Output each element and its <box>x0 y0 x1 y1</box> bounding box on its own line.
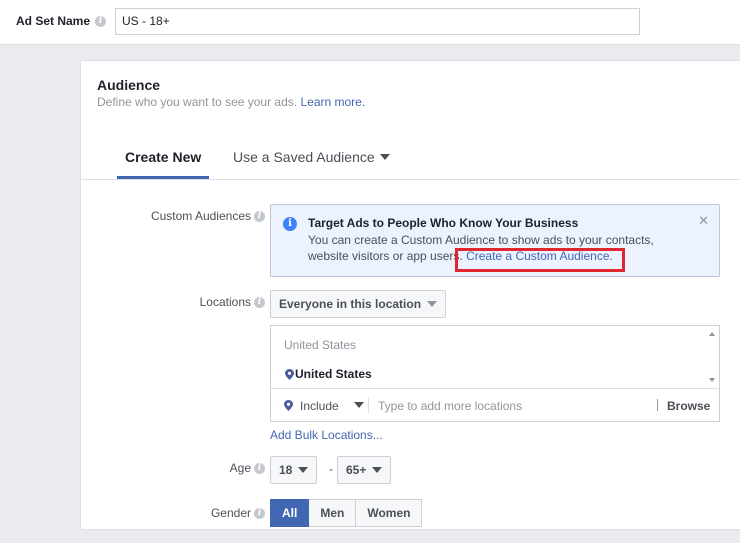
audience-card: Audience Define who you want to see your… <box>80 60 740 530</box>
custom-audiences-label-row: Custom Audiences i <box>117 209 265 223</box>
info-icon[interactable]: i <box>254 297 265 309</box>
location-scrollbar[interactable] <box>705 326 719 388</box>
audience-title: Audience <box>97 77 161 93</box>
chevron-down-icon <box>427 300 438 307</box>
chevron-down-icon[interactable] <box>354 402 364 408</box>
audience-subtitle: Define who you want to see your ads. Lea… <box>97 95 365 109</box>
scroll-up-icon[interactable] <box>709 332 715 336</box>
learn-more-link[interactable]: Learn more. <box>300 95 365 109</box>
gender-women-button[interactable]: Women <box>356 499 423 527</box>
gender-men-button[interactable]: Men <box>309 499 357 527</box>
location-pin-icon <box>285 369 294 380</box>
ad-set-header: Ad Set Name i US - 18+ <box>0 0 740 45</box>
locations-box: United States United States Include Type… <box>270 325 720 422</box>
location-country-header: United States <box>284 338 357 352</box>
ad-set-name-input[interactable]: US - 18+ <box>115 8 640 35</box>
tab-create-new[interactable]: Create New <box>117 137 210 179</box>
gender-toggle-group: All Men Women <box>270 499 423 527</box>
caret-down-icon <box>379 154 390 161</box>
audience-description: Define who you want to see your ads. <box>97 95 298 109</box>
age-label-row: Age i <box>117 461 265 475</box>
age-range-dash: - <box>329 462 333 476</box>
locations-label: Locations <box>199 295 251 309</box>
location-type-value: Everyone in this location <box>279 297 422 311</box>
notice-title: Target Ads to People Who Know Your Busin… <box>308 216 579 230</box>
info-icon[interactable]: i <box>95 16 106 27</box>
chevron-down-icon <box>372 466 383 473</box>
chevron-down-icon <box>298 466 309 473</box>
location-search-input[interactable]: Type to add more locations <box>378 399 522 413</box>
tab-saved-audience-label: Use a Saved Audience <box>233 149 375 165</box>
scroll-down-icon[interactable] <box>709 378 715 382</box>
location-type-dropdown[interactable]: Everyone in this location <box>270 290 447 318</box>
divider <box>657 399 658 411</box>
age-max-dropdown[interactable]: 65+ <box>337 456 392 484</box>
tab-saved-audience[interactable]: Use a Saved Audience <box>233 137 390 179</box>
selected-location[interactable]: United States <box>295 367 372 381</box>
age-min-dropdown[interactable]: 18 <box>270 456 318 484</box>
info-circle-icon: i <box>283 217 297 231</box>
custom-audiences-label: Custom Audiences <box>150 209 251 223</box>
divider <box>368 397 369 413</box>
highlight-annotation <box>455 248 625 272</box>
age-label: Age <box>229 461 251 475</box>
location-search-row: Include Type to add more locations Brows… <box>271 388 719 421</box>
age-max-value: 65+ <box>346 463 367 477</box>
gender-label-row: Gender i <box>117 506 265 520</box>
gender-all-button[interactable]: All <box>270 499 310 527</box>
gender-label: Gender <box>210 506 251 520</box>
age-min-value: 18 <box>279 463 293 477</box>
info-icon[interactable]: i <box>254 463 265 475</box>
info-icon[interactable]: i <box>254 211 265 223</box>
location-pin-icon <box>284 400 293 411</box>
info-icon[interactable]: i <box>254 508 265 520</box>
include-dropdown[interactable]: Include <box>300 399 339 413</box>
ad-set-name-label: Ad Set Name <box>16 14 91 28</box>
browse-button[interactable]: Browse <box>667 399 710 413</box>
locations-label-row: Locations i <box>117 295 265 309</box>
tabs-divider <box>81 179 740 180</box>
close-icon[interactable]: ✕ <box>698 213 709 229</box>
add-bulk-locations-link[interactable]: Add Bulk Locations... <box>270 428 383 442</box>
